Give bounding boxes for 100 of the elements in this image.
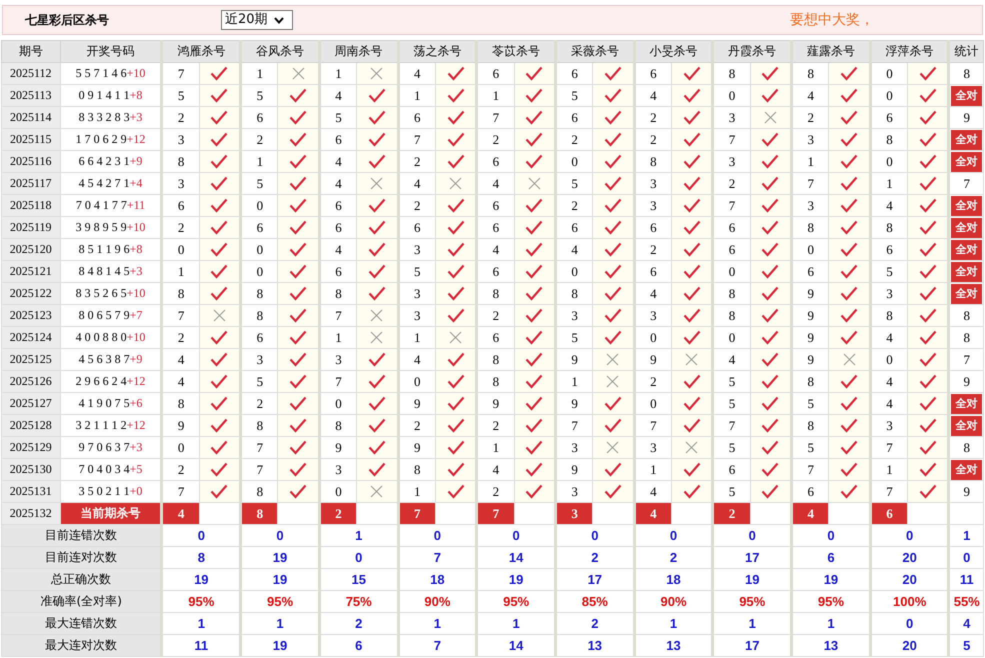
summary-value: 1 (712, 612, 792, 634)
current-kill-number: 4 (634, 502, 672, 524)
summary-value: 1 (948, 524, 984, 546)
summary-value: 14 (476, 634, 556, 656)
promo-text: 要想中大奖， (790, 11, 875, 29)
period-cell: 2025125 (2, 348, 60, 370)
summary-value: 95% (792, 590, 870, 612)
current-kill-number: 7 (398, 502, 436, 524)
summary-value: 0 (555, 524, 634, 546)
hit-count: 8 (963, 330, 970, 344)
summary-label: 准确率(全对率) (2, 590, 162, 612)
column-header: 开奖号码 (60, 40, 162, 62)
current-kill-number: 3 (555, 502, 593, 524)
summary-value: 95% (240, 590, 320, 612)
summary-value: 20 (870, 634, 949, 656)
summary-value: 17 (712, 634, 792, 656)
hit-count: 9 (963, 484, 970, 498)
summary-value: 1 (162, 612, 241, 634)
column-header: 苓苡杀号 (476, 40, 556, 62)
summary-label: 目前连对次数 (2, 546, 162, 568)
summary-value: 11 (948, 568, 984, 590)
summary-value: 19 (162, 568, 241, 590)
summary-value: 20 (870, 568, 949, 590)
all-correct-badge: 全对 (951, 262, 982, 282)
summary-value: 1 (476, 612, 556, 634)
summary-value: 20 (870, 546, 949, 568)
summary-value: 0 (319, 546, 398, 568)
summary-value: 19 (240, 634, 320, 656)
period-cell: 2025123 (2, 304, 60, 326)
current-kill-number: 7 (476, 502, 514, 524)
summary-value: 0 (634, 524, 713, 546)
period-cell: 2025116 (2, 150, 60, 172)
summary-value: 18 (634, 568, 713, 590)
summary-value: 95% (476, 590, 556, 612)
period-cell: 2025121 (2, 260, 60, 282)
all-correct-badge: 全对 (951, 394, 982, 414)
summary-label: 目前连错次数 (2, 524, 162, 546)
column-header: 小旻杀号 (634, 40, 713, 62)
column-header: 采薇杀号 (555, 40, 634, 62)
summary-value: 6 (792, 546, 870, 568)
period-cell: 2025127 (2, 392, 60, 414)
summary-value: 17 (712, 546, 792, 568)
all-correct-badge: 全对 (951, 284, 982, 304)
column-header: 浮萍杀号 (870, 40, 949, 62)
summary-value: 19 (240, 546, 320, 568)
period-cell: 2025113 (2, 84, 60, 106)
summary-value: 75% (319, 590, 398, 612)
summary-value: 0 (712, 524, 792, 546)
summary-value: 1 (792, 612, 870, 634)
summary-value: 90% (634, 590, 713, 612)
period-cell: 2025118 (2, 194, 60, 216)
current-kill-number: 8 (240, 502, 278, 524)
column-header: 期号 (2, 40, 60, 62)
column-header: 周南杀号 (319, 40, 398, 62)
summary-value: 1 (634, 612, 713, 634)
summary-value: 0 (476, 524, 556, 546)
summary-value: 55% (948, 590, 984, 612)
hit-count: 8 (963, 66, 970, 80)
hit-count: 9 (963, 374, 970, 388)
page-title: 七星彩后区杀号 (25, 12, 110, 28)
hit-count: 9 (963, 110, 970, 124)
summary-value: 0 (792, 524, 870, 546)
summary-value: 11 (162, 634, 241, 656)
summary-value: 2 (555, 612, 634, 634)
all-correct-badge: 全对 (951, 86, 982, 106)
hit-count: 7 (963, 176, 970, 190)
all-correct-badge: 全对 (951, 460, 982, 480)
summary-value: 95% (712, 590, 792, 612)
summary-value: 17 (555, 568, 634, 590)
summary-value: 85% (555, 590, 634, 612)
summary-value: 7 (398, 546, 477, 568)
summary-value: 7 (398, 634, 477, 656)
period-cell: 2025128 (2, 414, 60, 436)
summary-value: 19 (240, 568, 320, 590)
summary-value: 1 (398, 612, 477, 634)
summary-value: 18 (398, 568, 477, 590)
period-select[interactable]: 近20期 (221, 10, 293, 30)
summary-value: 95% (162, 590, 241, 612)
summary-label: 总正确次数 (2, 568, 162, 590)
summary-value: 13 (555, 634, 634, 656)
summary-value: 19 (792, 568, 870, 590)
period-cell: 2025130 (2, 458, 60, 480)
summary-value: 1 (319, 524, 398, 546)
summary-value: 100% (870, 590, 949, 612)
summary-value: 0 (870, 612, 949, 634)
period-cell: 2025114 (2, 106, 60, 128)
column-header: 丹霞杀号 (712, 40, 792, 62)
all-correct-badge: 全对 (951, 130, 982, 150)
column-header: 谷风杀号 (240, 40, 320, 62)
summary-value: 90% (398, 590, 477, 612)
summary-value: 0 (398, 524, 477, 546)
period-cell: 2025117 (2, 172, 60, 194)
summary-value: 0 (948, 546, 984, 568)
all-correct-badge: 全对 (951, 196, 982, 216)
all-correct-badge: 全对 (951, 416, 982, 436)
summary-value: 2 (634, 546, 713, 568)
column-header: 荡之杀号 (398, 40, 477, 62)
current-kill-number: 2 (712, 502, 750, 524)
summary-value: 6 (319, 634, 398, 656)
period-cell: 2025119 (2, 216, 60, 238)
